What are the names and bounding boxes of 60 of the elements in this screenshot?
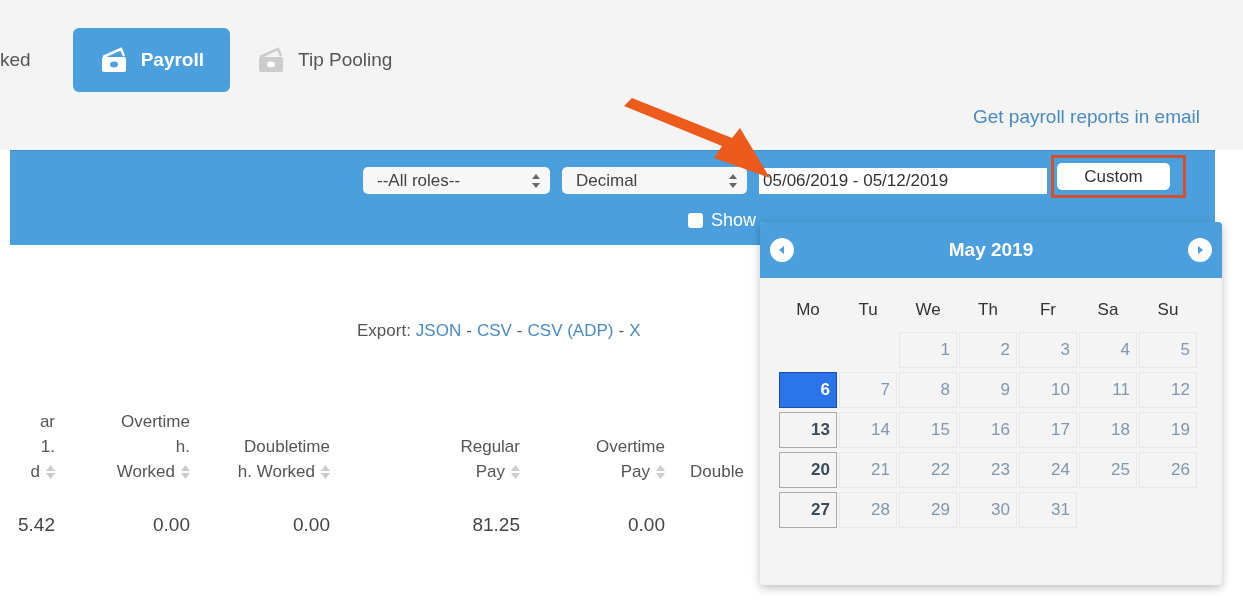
column-header: Worked bbox=[116, 461, 175, 483]
column-header: 1. bbox=[40, 436, 55, 458]
weekday-label: Su bbox=[1156, 299, 1180, 321]
select-arrows-icon bbox=[532, 173, 540, 188]
column-header: Double bbox=[690, 461, 744, 483]
show-checkbox[interactable] bbox=[688, 213, 703, 228]
separator-text: - bbox=[466, 321, 472, 341]
weekday-label: We bbox=[914, 299, 942, 321]
right-arrow-icon bbox=[1195, 245, 1205, 255]
separator-text: - bbox=[516, 321, 523, 341]
select-arrows-icon bbox=[729, 173, 737, 188]
export-label: Export: bbox=[357, 321, 411, 341]
table-cell-text: 0.00 bbox=[152, 513, 190, 536]
table-cell-text: 81.25 bbox=[471, 513, 520, 536]
export-link[interactable]: CSV (ADP) bbox=[527, 321, 614, 341]
sort-icon[interactable] bbox=[656, 464, 665, 479]
column-header: Overtime bbox=[596, 436, 665, 458]
calendar-day[interactable]: 13 bbox=[779, 412, 837, 448]
custom-button[interactable]: Custom bbox=[1057, 163, 1170, 190]
column-header: Regular bbox=[460, 436, 520, 458]
column-header: Pay bbox=[475, 461, 505, 483]
sort-icon[interactable] bbox=[321, 464, 330, 479]
role-select[interactable]: --All roles-- bbox=[363, 167, 550, 194]
calendar-title: May 2019 bbox=[948, 239, 1034, 261]
weekday-label: Sa bbox=[1096, 299, 1120, 321]
column-header: ar bbox=[39, 411, 55, 433]
column-header: h. bbox=[175, 436, 190, 458]
calendar-day[interactable]: 20 bbox=[779, 452, 837, 488]
date-range-field[interactable]: 05/06/2019 - 05/12/2019 bbox=[759, 167, 1047, 194]
table-cell-text: 5.42 bbox=[17, 513, 55, 536]
sort-icon[interactable] bbox=[181, 464, 190, 479]
weekday-label: Fr bbox=[1038, 299, 1057, 321]
nav-tab[interactable]: Tip Pooling bbox=[256, 28, 393, 92]
format-select[interactable]: Decimal bbox=[562, 167, 747, 194]
sort-icon[interactable] bbox=[46, 464, 55, 479]
calendar-day[interactable]: 27 bbox=[779, 492, 837, 528]
weekday-label: Tu bbox=[857, 299, 879, 321]
export-link[interactable]: X bbox=[629, 321, 641, 341]
column-header: h. Worked bbox=[237, 461, 315, 483]
show-label: Show bbox=[711, 210, 757, 231]
left-arrow-icon bbox=[777, 245, 787, 255]
table-cell-text: 0.00 bbox=[627, 513, 665, 536]
calendar-day[interactable]: 6 bbox=[779, 372, 837, 408]
export-link[interactable]: CSV bbox=[476, 321, 512, 341]
column-header: Doubletime bbox=[244, 436, 330, 458]
export-link[interactable]: JSON bbox=[415, 321, 462, 341]
nav-tab[interactable]: Payroll bbox=[72, 28, 230, 92]
weekday-label: Th bbox=[977, 299, 999, 321]
separator-text: - bbox=[618, 321, 625, 341]
column-header: Overtime bbox=[121, 411, 190, 433]
next-month-button[interactable] bbox=[1188, 238, 1212, 262]
prev-month-button[interactable] bbox=[770, 238, 794, 262]
table-cell-text: 0.00 bbox=[292, 513, 330, 536]
column-header: d bbox=[30, 461, 40, 483]
nav-tab[interactable]: ked bbox=[0, 28, 31, 92]
money-icon bbox=[256, 45, 286, 75]
email-reports-link[interactable]: Get payroll reports in email bbox=[972, 106, 1200, 128]
column-header: Pay bbox=[620, 461, 650, 483]
sort-icon[interactable] bbox=[511, 464, 520, 479]
weekday-label: Mo bbox=[795, 299, 821, 321]
